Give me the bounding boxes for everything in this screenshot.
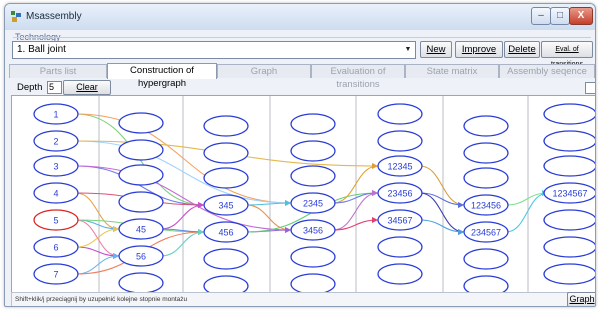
clear-hyper-button[interactable]: Clear hyper <box>63 80 111 105</box>
tab-construction-of-hypergraph[interactable]: Construction of hypergraph <box>107 63 217 89</box>
arrowhead-icon <box>113 253 119 259</box>
empty-node <box>463 248 509 270</box>
state-node-label: 45 <box>136 225 146 235</box>
technology-select[interactable]: 1. Ball joint ▼ <box>12 41 416 59</box>
depth-input[interactable]: 5 <box>47 81 62 94</box>
maximize-button[interactable]: □ <box>550 7 570 25</box>
app-window: Msassembly – □ X Technology 1. Ball join… <box>4 3 596 307</box>
tab-parts-list[interactable]: Parts list <box>9 64 107 78</box>
empty-node <box>377 130 423 152</box>
tab-state-matrix[interactable]: State matrix <box>405 64 499 78</box>
empty-node <box>118 112 164 134</box>
empty-node <box>203 248 249 270</box>
eval-transitions-button[interactable]: Eval. of transitions <box>541 41 593 68</box>
state-node-label: 3456 <box>303 226 323 236</box>
hyperedge <box>75 255 120 275</box>
state-node-label: 1234567 <box>552 189 587 199</box>
state-node-label: 12345 <box>387 162 412 172</box>
empty-node <box>377 263 423 285</box>
chevron-down-icon[interactable]: ▼ <box>402 43 414 57</box>
copy-icon[interactable] <box>585 82 595 94</box>
depth-label: Depth <box>17 82 43 93</box>
empty-node <box>377 236 423 258</box>
arrowhead-icon <box>372 190 378 196</box>
empty-node <box>118 164 164 186</box>
hypergraph-svg[interactable]: 1234567455634545623453456123452345634567… <box>12 96 596 292</box>
empty-node <box>543 236 595 258</box>
app-icon <box>11 11 21 22</box>
tab-bar: Parts list Construction of hypergraph Gr… <box>9 63 595 90</box>
empty-node <box>118 191 164 213</box>
arrowhead-icon <box>198 202 204 208</box>
empty-node <box>543 130 595 152</box>
hyperedge <box>75 228 120 248</box>
delete-button[interactable]: Delete <box>504 41 540 58</box>
empty-node <box>203 167 249 189</box>
empty-node <box>463 275 509 292</box>
state-node-label: 234567 <box>471 228 501 238</box>
hypergraph-canvas[interactable]: 1 2 3 4 5 6 7 45 56 345 456 2345 3456 12345 23456 34567… <box>11 95 596 293</box>
empty-node <box>203 142 249 164</box>
minimize-button[interactable]: – <box>531 7 551 25</box>
status-bar: Shift+klik/j przeciągnij by uzupełnić ko… <box>11 292 571 306</box>
tab-assembly-seqence[interactable]: Assembly seqence <box>499 64 595 78</box>
close-button[interactable]: X <box>569 7 593 25</box>
new-button[interactable]: New <box>420 41 452 58</box>
empty-node <box>463 115 509 137</box>
tab-graph[interactable]: Graph <box>217 64 311 78</box>
state-node-label: 5 <box>53 216 58 226</box>
empty-node <box>290 140 336 162</box>
empty-node <box>290 113 336 135</box>
state-node-label: 1 <box>53 110 58 120</box>
state-node-label: 2345 <box>303 199 323 209</box>
empty-node <box>377 103 423 125</box>
arrowhead-icon <box>198 229 204 235</box>
state-node-label: 7 <box>53 270 58 280</box>
state-node-label: 6 <box>53 243 58 253</box>
empty-node <box>463 142 509 164</box>
empty-node <box>543 209 595 231</box>
empty-node <box>463 167 509 189</box>
empty-node <box>203 275 249 292</box>
tab-evaluation-of-transitions[interactable]: Evaluation of transitions <box>311 64 405 90</box>
empty-node <box>543 263 595 285</box>
state-node-label: 2 <box>53 137 58 147</box>
arrowhead-icon <box>285 200 291 206</box>
state-node-label: 4 <box>53 189 58 199</box>
empty-node <box>118 139 164 161</box>
arrowhead-icon <box>113 226 119 232</box>
improve-button[interactable]: Improve <box>455 41 503 58</box>
empty-node <box>290 165 336 187</box>
title-bar: Msassembly – □ X <box>5 4 595 30</box>
arrowhead-icon <box>372 217 378 223</box>
state-node-label: 23456 <box>387 189 412 199</box>
hyperedge <box>75 192 120 230</box>
arrowhead-icon <box>285 227 291 233</box>
empty-node <box>118 272 164 292</box>
state-node-label: 456 <box>218 228 233 238</box>
state-node-label: 345 <box>218 201 233 211</box>
state-node-label: 3 <box>53 162 58 172</box>
arrowhead-icon <box>458 229 464 235</box>
hyperedge <box>245 202 292 206</box>
empty-node <box>543 103 595 125</box>
empty-node <box>290 273 336 292</box>
empty-node <box>543 155 595 177</box>
graph-button[interactable]: Graph <box>567 292 595 306</box>
empty-node <box>203 115 249 137</box>
arrowhead-icon <box>458 202 464 208</box>
window-title: Msassembly <box>26 11 82 22</box>
technology-select-value: 1. Ball joint <box>17 44 66 55</box>
state-node-label: 34567 <box>387 216 412 226</box>
state-node-label: 56 <box>136 252 146 262</box>
empty-node <box>290 246 336 268</box>
arrowhead-icon <box>372 163 378 169</box>
group-divider <box>13 37 591 38</box>
state-node-label: 123456 <box>471 201 501 211</box>
